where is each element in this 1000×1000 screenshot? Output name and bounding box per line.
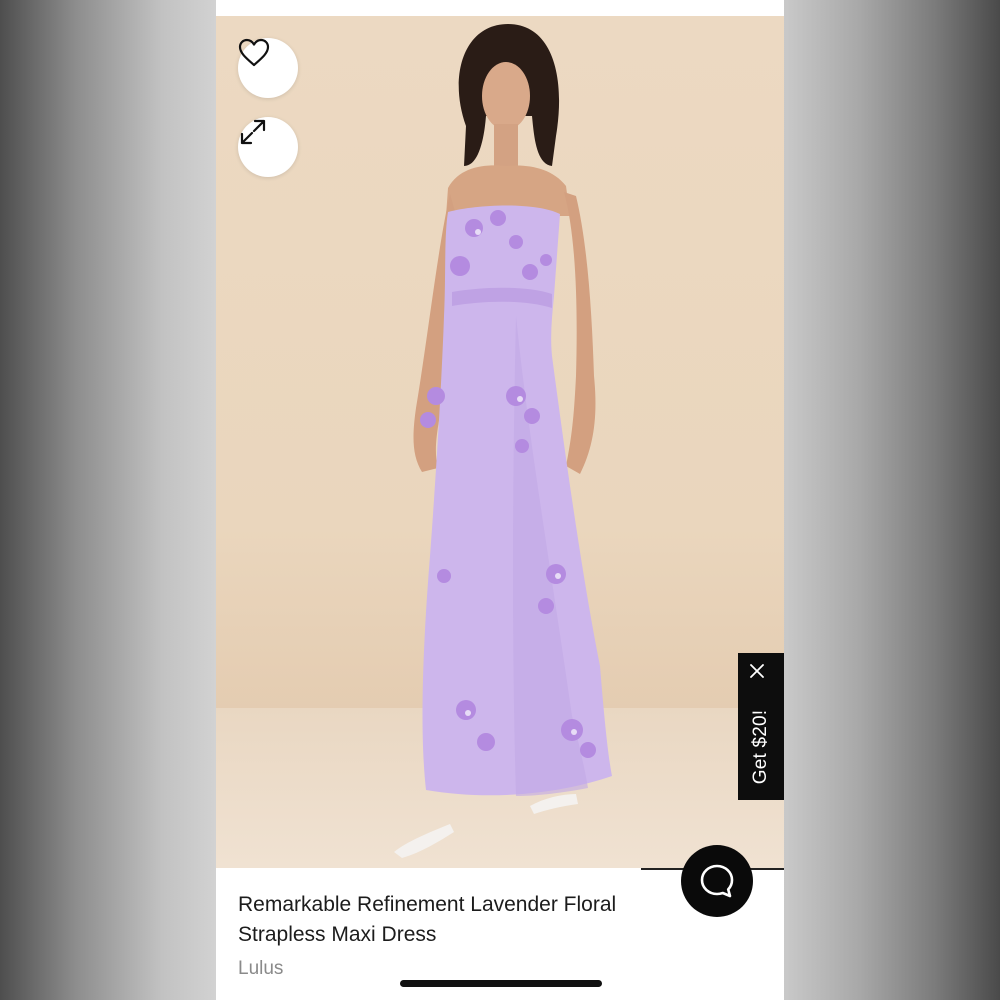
home-indicator bbox=[400, 980, 602, 987]
favorite-button[interactable] bbox=[238, 38, 298, 98]
blurred-backdrop-left bbox=[0, 0, 216, 1000]
product-screen: Get $20! Remarkable Refinement Lavender … bbox=[216, 0, 784, 1000]
product-brand[interactable]: Lulus bbox=[238, 958, 283, 980]
promo-tab[interactable]: Get $20! bbox=[738, 653, 784, 800]
product-title: Remarkable Refinement Lavender Floral St… bbox=[238, 893, 617, 946]
blurred-backdrop-right bbox=[784, 0, 1000, 1000]
heart-icon bbox=[238, 38, 270, 67]
product-photo[interactable]: Get $20! bbox=[216, 16, 784, 868]
promo-close-button[interactable] bbox=[749, 663, 773, 687]
model-illustration bbox=[394, 24, 612, 858]
promo-label[interactable]: Get $20! bbox=[750, 710, 772, 784]
close-icon bbox=[750, 664, 764, 678]
expand-image-button[interactable] bbox=[238, 117, 298, 177]
expand-icon bbox=[240, 119, 266, 145]
chat-bubble-icon bbox=[700, 864, 734, 898]
